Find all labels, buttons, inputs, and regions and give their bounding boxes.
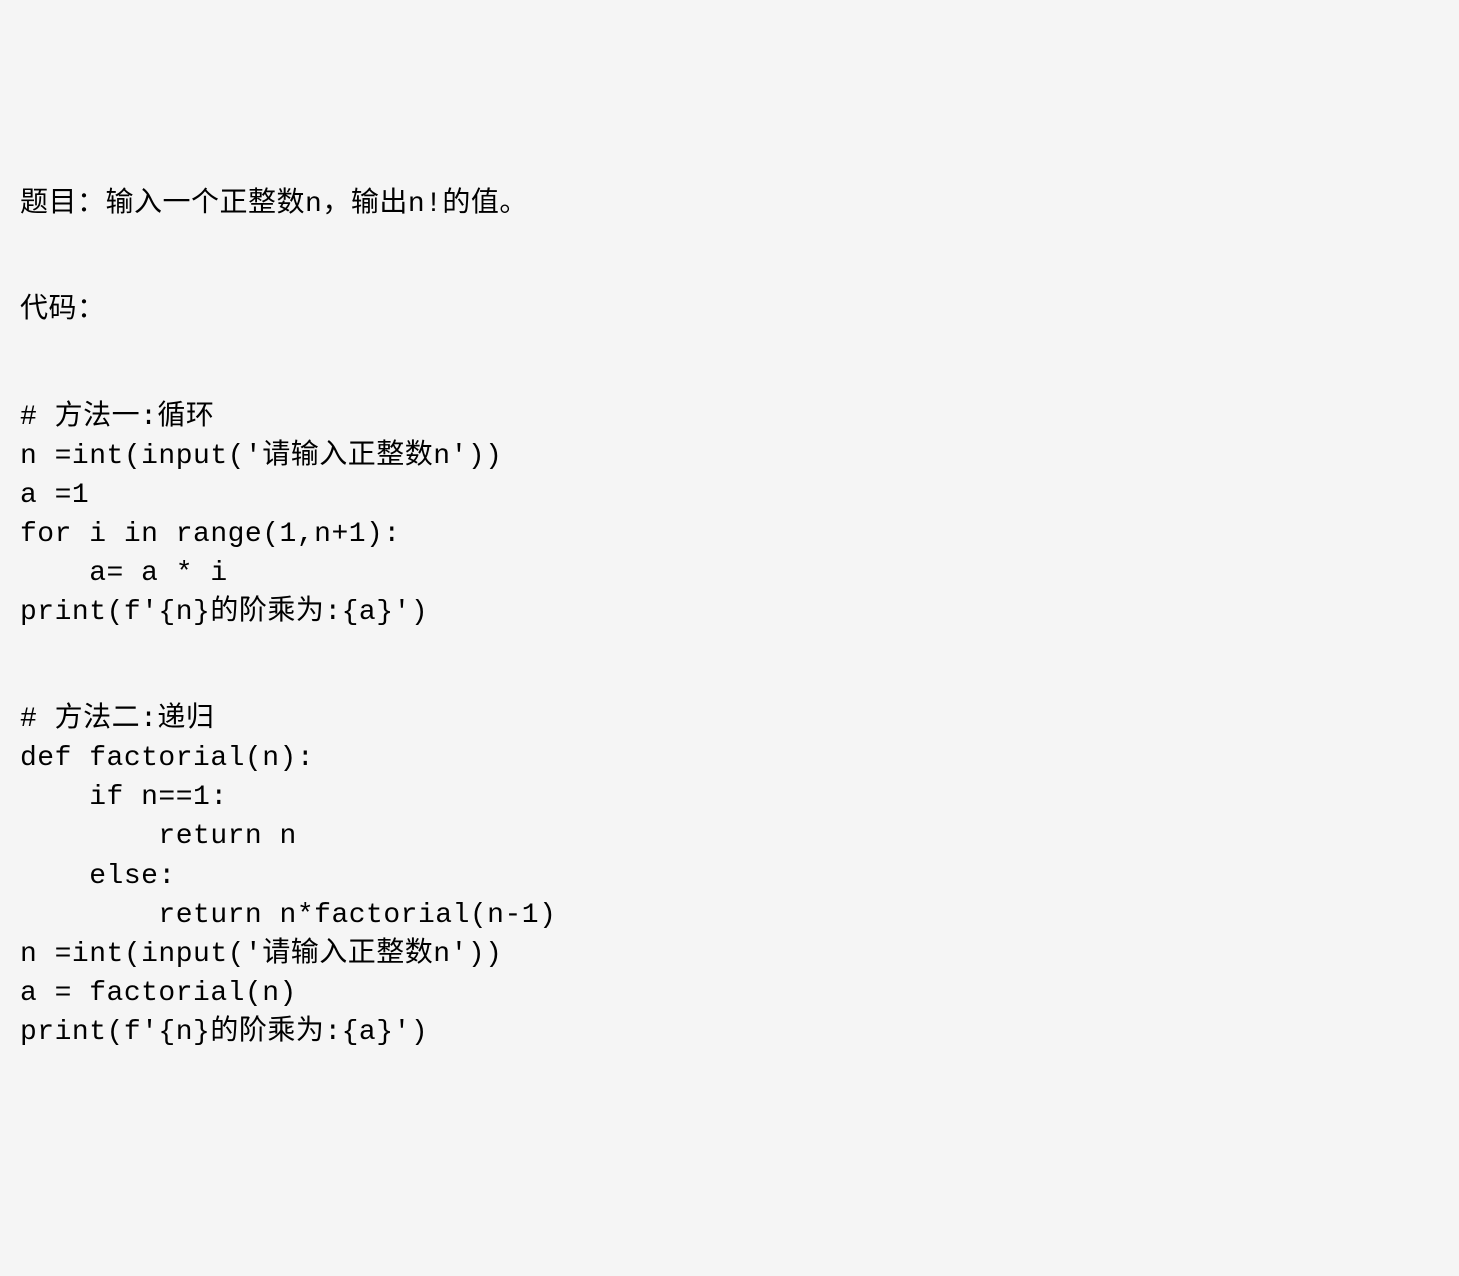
code-line: else:: [20, 857, 1439, 896]
code-line: a= a * i: [20, 554, 1439, 593]
problem-statement: 题目：输入一个正整数n，输出n!的值。: [20, 185, 1439, 224]
code-line: a =1: [20, 476, 1439, 515]
code-line: return n*factorial(n-1): [20, 896, 1439, 935]
code-line: for i in range(1,n+1):: [20, 515, 1439, 554]
problem-description: 输入一个正整数n，输出n!的值。: [106, 189, 528, 220]
code-line: if n==1:: [20, 778, 1439, 817]
method-one-block: # 方法一:循环n =int(input('请输入正整数n'))a =1for …: [20, 398, 1439, 633]
code-line: print(f'{n}的阶乘为:{a}'): [20, 1013, 1439, 1052]
problem-label: 题目：: [20, 189, 106, 220]
code-line: print(f'{n}的阶乘为:{a}'): [20, 593, 1439, 632]
code-line: n =int(input('请输入正整数n')): [20, 935, 1439, 974]
code-line: return n: [20, 817, 1439, 856]
code-section-label: 代码：: [20, 291, 1439, 330]
method-one-comment: # 方法一:循环: [20, 398, 1439, 437]
code-line: a = factorial(n): [20, 974, 1439, 1013]
code-line: def factorial(n):: [20, 739, 1439, 778]
method-two-comment: # 方法二:递归: [20, 700, 1439, 739]
code-line: n =int(input('请输入正整数n')): [20, 437, 1439, 476]
method-two-block: # 方法二:递归def factorial(n): if n==1: retur…: [20, 700, 1439, 1053]
